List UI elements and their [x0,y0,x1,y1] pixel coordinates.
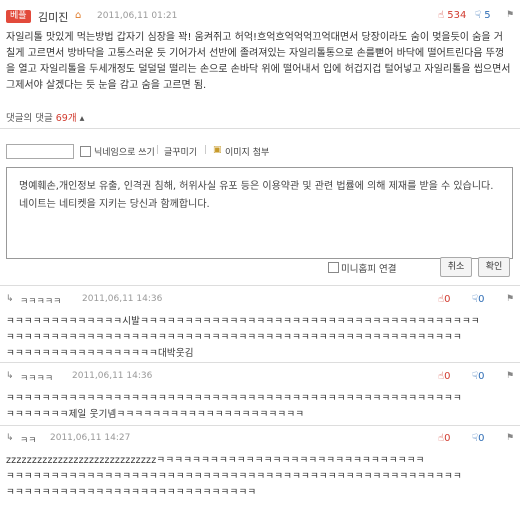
reply-text-line: ㅋㅋㅋㅋㅋㅋㅋㅋㅋㅋㅋㅋㅋㅋㅋㅋㅋㅋㅋㅋㅋㅋㅋㅋㅋㅋㅋㅋㅋㅋㅋㅋㅋㅋㅋㅋㅋㅋㅋㅋ… [6,393,462,404]
downvote-button[interactable]: ☟ 5 [475,10,491,21]
toolbar-divider: | [204,145,208,155]
report-icon[interactable]: ⚑ [506,10,514,20]
divider [0,362,520,363]
reply-date: 2011,06,11 14:27 [50,433,131,443]
comment-header: 베플 김미진 ⌂ 2011,06,11 01:21 ☝ 534 ☟ 5 ⚑ [0,6,520,26]
reply-header: ↳ ㅋㅋㅋㅋㅋ 2011,06,11 14:36 ☝0 ☟0 ⚑ [6,294,516,307]
thumbs-down-icon: ☟ [475,10,482,21]
reply-textarea[interactable]: 명예훼손,개인정보 유출, 인격권 침해, 허위사실 유포 등은 이용약관 및 … [6,167,513,259]
reply-arrow-icon: ↳ [6,371,14,381]
downvote-button[interactable]: ☟0 [472,371,484,382]
reply-date: 2011,06,11 14:36 [82,294,163,304]
decorate-button[interactable]: 글꾸미기 [164,145,197,158]
cancel-button[interactable]: 취소 [440,257,472,277]
reply-toolbar: 닉네임으로 쓰기 | 글꾸미기 | ▣ 이미지 첨부 [6,144,516,159]
report-icon[interactable]: ⚑ [506,371,514,381]
reply-header: ↳ ㅋㅋ 2011,06,11 14:27 ☝0 ☟0 ⚑ [6,433,516,446]
downvote-count: 0 [478,433,485,444]
reply-text-line: ㅋㅋㅋㅋㅋㅋㅋ제일 웃기넴ㅋㅋㅋㅋㅋㅋㅋㅋㅋㅋㅋㅋㅋㅋㅋㅋㅋㅋㅋㅋㅋ [6,409,305,420]
report-icon[interactable]: ⚑ [506,294,514,304]
downvote-button[interactable]: ☟0 [472,433,484,444]
downvote-count: 5 [484,10,491,21]
home-icon[interactable]: ⌂ [75,10,81,21]
reply-arrow-icon: ↳ [6,294,14,304]
image-attach-button[interactable]: 이미지 첨부 [225,145,269,158]
reply-author[interactable]: ㅋㅋㅋㅋ [20,371,53,384]
reply-text-line: ㅋㅋㅋㅋㅋㅋㅋㅋㅋㅋㅋㅋㅋㅋㅋㅋㅋㅋㅋㅋㅋㅋㅋㅋㅋㅋㅋㅋ [6,487,257,498]
reply-text-line: ㅋㅋㅋㅋㅋㅋㅋㅋㅋㅋㅋㅋㅋㅋㅋㅋㅋ대박웃김 [6,348,194,359]
upvote-button[interactable]: ☝0 [438,294,450,305]
confirm-button[interactable]: 확인 [478,257,510,277]
reply-text-line: ㅋㅋㅋㅋㅋㅋㅋㅋㅋㅋㅋㅋㅋㅋㅋㅋㅋㅋㅋㅋㅋㅋㅋㅋㅋㅋㅋㅋㅋㅋㅋㅋㅋㅋㅋㅋㅋㅋㅋㅋ… [6,332,462,343]
downvote-button[interactable]: ☟0 [472,294,484,305]
minihp-label: 미니홈피 연결 [341,264,397,275]
reply-date: 2011,06,11 14:36 [72,371,153,381]
reply-arrow-icon: ↳ [6,433,14,443]
replies-count: 69개 [55,113,77,124]
comment-body: 자일리톨 맛있게 먹는방법 갑자기 심장을 꽉! 움켜쥐고 허억!흐억흐억억억끄… [6,32,511,91]
toolbar-divider: | [156,145,160,155]
nickname-input[interactable] [6,144,74,159]
reply-notice: 명예훼손,개인정보 유출, 인격권 침해, 허위사실 유포 등은 이용약관 및 … [19,181,494,210]
reply-header: ↳ ㅋㅋㅋㅋ 2011,06,11 14:36 ☝0 ☟0 ⚑ [6,371,516,384]
report-icon[interactable]: ⚑ [506,433,514,443]
reply-text-line: ㅋㅋㅋㅋㅋㅋㅋㅋㅋㅋㅋㅋㅋㅋㅋㅋㅋㅋㅋㅋㅋㅋㅋㅋㅋㅋㅋㅋㅋㅋㅋㅋㅋㅋㅋㅋㅋㅋㅋㅋ… [6,471,462,482]
reply-author[interactable]: ㅋㅋㅋㅋㅋ [20,294,61,307]
upvote-count: 0 [444,371,451,382]
upvote-button[interactable]: ☝0 [438,433,450,444]
downvote-count: 0 [478,294,485,305]
thumbs-up-icon: ☝ [438,10,445,21]
divider [0,425,520,426]
divider [0,128,520,129]
nickname-checkbox[interactable] [80,146,91,157]
reply-author[interactable]: ㅋㅋ [20,433,37,446]
image-icon: ▣ [213,145,222,155]
downvote-count: 0 [478,371,485,382]
best-badge: 베플 [6,10,31,23]
divider [0,285,520,286]
minihp-checkbox[interactable] [328,262,339,273]
replies-toggle[interactable]: 댓글의 댓글 69개 ▴ [6,110,84,124]
reply-text-line: ㅋㅋㅋㅋㅋㅋㅋㅋㅋㅋㅋㅋㅋ시발ㅋㅋㅋㅋㅋㅋㅋㅋㅋㅋㅋㅋㅋㅋㅋㅋㅋㅋㅋㅋㅋㅋㅋㅋㅋ… [6,316,480,327]
comment-author[interactable]: 김미진 [38,9,68,25]
upvote-count: 0 [444,294,451,305]
chevron-up-icon: ▴ [79,113,85,124]
upvote-button[interactable]: ☝0 [438,371,450,382]
upvote-count: 0 [444,433,451,444]
comment-date: 2011,06,11 01:21 [97,11,178,21]
reply-text-line: zzzzzzzzzzzzzzzzzzzzzzzzzzzzzㅋㅋㅋㅋㅋㅋㅋㅋㅋㅋㅋ… [6,455,425,466]
nickname-label: 닉네임으로 쓰기 [94,148,155,158]
upvote-button[interactable]: ☝ 534 [438,10,466,21]
upvote-count: 534 [447,10,467,21]
replies-label: 댓글의 댓글 [6,113,53,124]
